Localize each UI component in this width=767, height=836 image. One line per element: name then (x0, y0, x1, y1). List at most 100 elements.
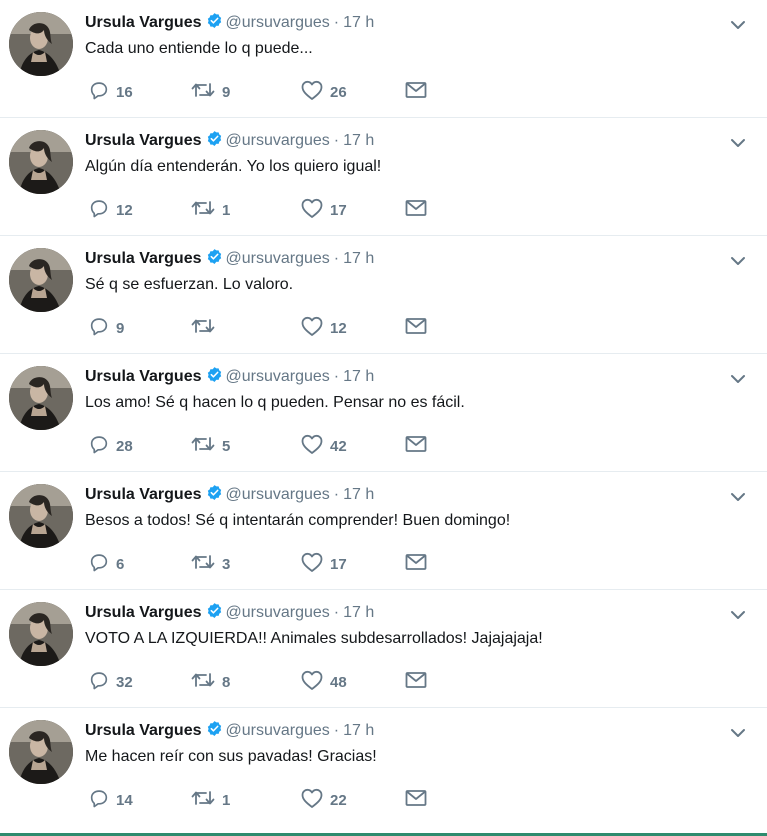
reply-count: 12 (116, 201, 133, 219)
tweet-actions: 16 9 26 (88, 80, 448, 104)
like-button[interactable]: 26 (300, 80, 347, 104)
tweet-actions: 6 3 17 (88, 552, 448, 576)
retweet-icon (190, 79, 216, 106)
like-button[interactable]: 17 (300, 552, 347, 576)
tweet-header: Ursula Vargues @ursuvargues · 17 h (85, 720, 374, 743)
heart-icon (300, 551, 324, 578)
tweet-text: Besos a todos! Sé q intentarán comprende… (85, 512, 511, 529)
verified-badge-icon (206, 248, 223, 271)
reply-button[interactable]: 14 (88, 788, 133, 812)
like-button[interactable]: 17 (300, 198, 347, 222)
reply-icon (88, 669, 110, 696)
timestamp[interactable]: 17 h (343, 132, 374, 149)
tweet[interactable]: Ursula Vargues @ursuvargues · 17 h Me hacen … (0, 708, 767, 826)
direct-message-button[interactable] (404, 316, 428, 340)
timestamp[interactable]: 17 h (343, 604, 374, 621)
retweet-button[interactable]: 8 (190, 670, 230, 694)
tweet[interactable]: Ursula Vargues @ursuvargues · 17 h Algún día… (0, 118, 767, 236)
like-count: 26 (330, 83, 347, 101)
retweet-button[interactable]: 3 (190, 552, 230, 576)
tweet[interactable]: Ursula Vargues @ursuvargues · 17 h VOTO A LA… (0, 590, 767, 708)
avatar[interactable] (9, 248, 73, 312)
tweet[interactable]: Ursula Vargues @ursuvargues · 17 h Los amo! … (0, 354, 767, 472)
reply-count: 32 (116, 673, 133, 691)
avatar[interactable] (9, 130, 73, 194)
display-name[interactable]: Ursula Vargues (85, 250, 202, 267)
retweet-button[interactable]: 5 (190, 434, 230, 458)
reply-icon (88, 315, 110, 342)
reply-count: 9 (116, 319, 125, 337)
chevron-down-icon[interactable] (729, 372, 747, 384)
reply-count: 14 (116, 791, 133, 809)
chevron-down-icon[interactable] (729, 18, 747, 30)
avatar[interactable] (9, 484, 73, 548)
separator: · (333, 604, 340, 621)
reply-icon (88, 197, 110, 224)
tweet-actions: 14 1 22 (88, 788, 448, 812)
user-handle[interactable]: @ursuvargues (226, 368, 330, 385)
separator: · (333, 486, 340, 503)
tweet-actions: 9 12 (88, 316, 448, 340)
user-handle[interactable]: @ursuvargues (226, 604, 330, 621)
retweet-icon (190, 787, 216, 814)
tweet[interactable]: Ursula Vargues @ursuvargues · 17 h Besos a t… (0, 472, 767, 590)
timestamp[interactable]: 17 h (343, 722, 374, 739)
direct-message-button[interactable] (404, 198, 428, 222)
chevron-down-icon[interactable] (729, 726, 747, 738)
tweet-header: Ursula Vargues @ursuvargues · 17 h (85, 12, 374, 35)
display-name[interactable]: Ursula Vargues (85, 722, 202, 739)
user-handle[interactable]: @ursuvargues (226, 486, 330, 503)
like-button[interactable]: 48 (300, 670, 347, 694)
user-handle[interactable]: @ursuvargues (226, 14, 330, 31)
user-handle[interactable]: @ursuvargues (226, 722, 330, 739)
direct-message-button[interactable] (404, 788, 428, 812)
chevron-down-icon[interactable] (729, 608, 747, 620)
reply-button[interactable]: 32 (88, 670, 133, 694)
chevron-down-icon[interactable] (729, 490, 747, 502)
user-handle[interactable]: @ursuvargues (226, 250, 330, 267)
display-name[interactable]: Ursula Vargues (85, 368, 202, 385)
avatar[interactable] (9, 12, 73, 76)
reply-button[interactable]: 16 (88, 80, 133, 104)
direct-message-button[interactable] (404, 434, 428, 458)
timestamp[interactable]: 17 h (343, 368, 374, 385)
chevron-down-icon[interactable] (729, 136, 747, 148)
user-handle[interactable]: @ursuvargues (226, 132, 330, 149)
reply-button[interactable]: 12 (88, 198, 133, 222)
display-name[interactable]: Ursula Vargues (85, 14, 202, 31)
envelope-icon (404, 198, 428, 223)
direct-message-button[interactable] (404, 670, 428, 694)
retweet-button[interactable]: 1 (190, 198, 230, 222)
reply-button[interactable]: 9 (88, 316, 124, 340)
tweet[interactable]: Ursula Vargues @ursuvargues · 17 h Cada uno … (0, 0, 767, 118)
reply-button[interactable]: 28 (88, 434, 133, 458)
timestamp[interactable]: 17 h (343, 250, 374, 267)
tweet[interactable]: Ursula Vargues @ursuvargues · 17 h Sé q se e… (0, 236, 767, 354)
like-button[interactable]: 42 (300, 434, 347, 458)
avatar[interactable] (9, 602, 73, 666)
reply-button[interactable]: 6 (88, 552, 124, 576)
chevron-down-icon[interactable] (729, 254, 747, 266)
reply-icon (88, 551, 110, 578)
like-button[interactable]: 12 (300, 316, 347, 340)
avatar[interactable] (9, 720, 73, 784)
like-button[interactable]: 22 (300, 788, 347, 812)
retweet-button[interactable]: 1 (190, 788, 230, 812)
retweet-icon (190, 197, 216, 224)
retweet-button[interactable] (190, 316, 222, 340)
display-name[interactable]: Ursula Vargues (85, 486, 202, 503)
tweet-actions: 12 1 17 (88, 198, 448, 222)
avatar[interactable] (9, 366, 73, 430)
display-name[interactable]: Ursula Vargues (85, 132, 202, 149)
direct-message-button[interactable] (404, 552, 428, 576)
verified-badge-icon (206, 602, 223, 625)
retweet-icon (190, 315, 216, 342)
separator: · (333, 14, 340, 31)
direct-message-button[interactable] (404, 80, 428, 104)
verified-badge-icon (206, 130, 223, 153)
timestamp[interactable]: 17 h (343, 14, 374, 31)
tweet-text: Los amo! Sé q hacen lo q pueden. Pensar … (85, 394, 465, 411)
retweet-button[interactable]: 9 (190, 80, 230, 104)
timestamp[interactable]: 17 h (343, 486, 374, 503)
display-name[interactable]: Ursula Vargues (85, 604, 202, 621)
